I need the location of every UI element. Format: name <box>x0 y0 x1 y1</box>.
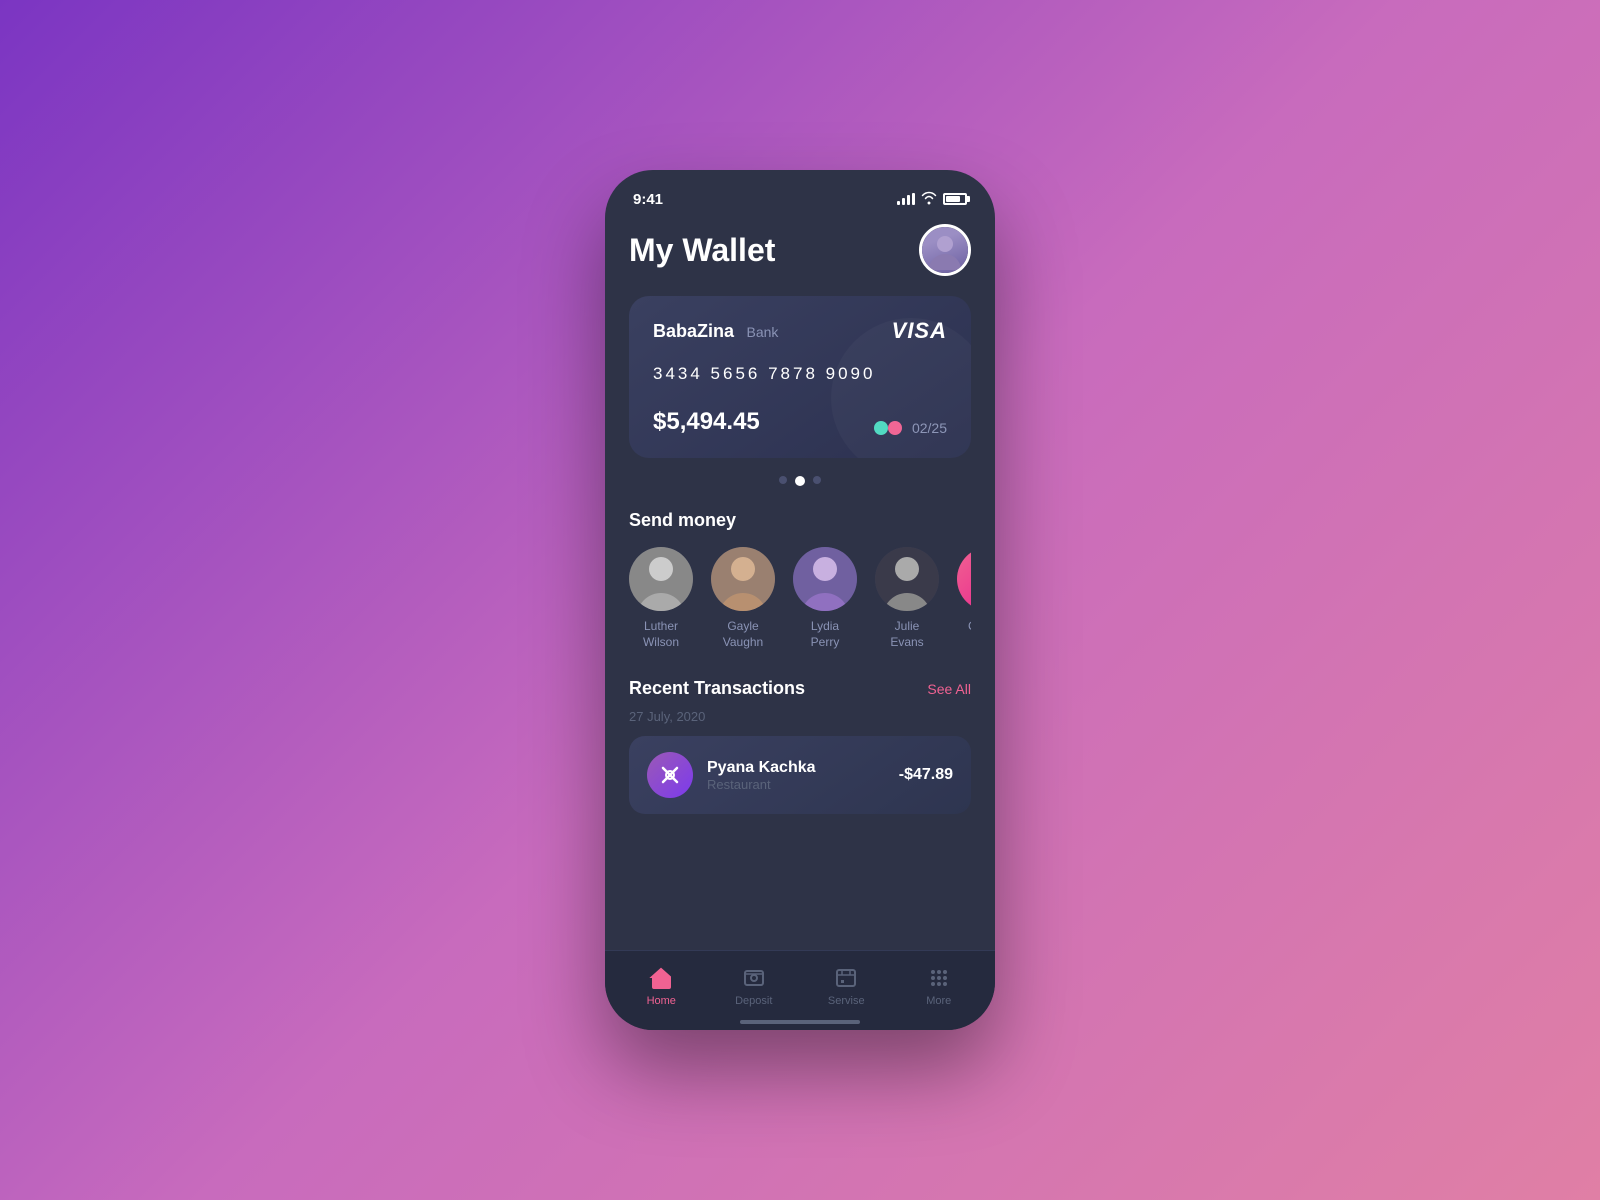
contact-avatar-luther <box>629 547 693 611</box>
contact-item-gayle[interactable]: GayleVaughn <box>711 547 775 650</box>
card-number: 3434 5656 7878 9090 <box>653 364 947 384</box>
bank-name: BabaZina <box>653 321 734 341</box>
nav-item-more[interactable]: More <box>893 965 986 1007</box>
nav-label-home: Home <box>647 995 676 1007</box>
contact-name-lydia: LydiaPerry <box>811 619 840 650</box>
card-brand: VISA <box>892 318 947 344</box>
card-expiry-group: 02/25 <box>874 420 947 436</box>
contacts-list: LutherWilson GayleVaughn <box>629 547 971 650</box>
battery-icon <box>943 193 967 205</box>
card-top: BabaZina Bank VISA <box>653 318 947 344</box>
transactions-header: Recent Transactions See All <box>629 678 971 699</box>
deposit-icon <box>741 965 767 991</box>
content-area: My Wallet BabaZina Bank VISA 3434 565 <box>605 214 995 960</box>
transaction-info: Pyana Kachka Restaurant <box>707 759 885 792</box>
add-contact-item[interactable]: + Conta... <box>957 547 971 650</box>
transaction-amount: -$47.89 <box>899 766 953 784</box>
transaction-icon <box>647 752 693 798</box>
send-money-title: Send money <box>629 510 971 531</box>
contact-avatar-lydia <box>793 547 857 611</box>
status-time: 9:41 <box>633 191 663 208</box>
chip-dot-pink <box>888 421 902 435</box>
contact-name-luther: LutherWilson <box>643 619 679 650</box>
nav-label-service: Servise <box>828 995 865 1007</box>
nav-item-home[interactable]: Home <box>615 965 708 1007</box>
chip-dot-teal <box>874 421 888 435</box>
card-dots-indicator <box>629 476 971 486</box>
credit-card[interactable]: BabaZina Bank VISA 3434 5656 7878 9090 $… <box>629 296 971 458</box>
dot-1[interactable] <box>779 476 787 484</box>
transactions-title: Recent Transactions <box>629 678 805 699</box>
nav-label-more: More <box>926 995 951 1007</box>
add-contact-button[interactable]: + <box>957 547 971 611</box>
contact-name-gayle: GayleVaughn <box>723 619 763 650</box>
card-bank-info: BabaZina Bank <box>653 321 778 342</box>
contact-item-julie[interactable]: JulieEvans <box>875 547 939 650</box>
contact-item-lydia[interactable]: LydiaPerry <box>793 547 857 650</box>
add-contact-label: Conta... <box>968 619 971 635</box>
card-bottom: $5,494.45 02/25 <box>653 408 947 436</box>
card-chips <box>874 421 902 435</box>
service-icon <box>833 965 859 991</box>
home-indicator <box>740 1020 860 1024</box>
signal-icon <box>897 193 915 205</box>
page-title: My Wallet <box>629 232 775 269</box>
bank-type: Bank <box>746 324 778 340</box>
nav-item-service[interactable]: Servise <box>800 965 893 1007</box>
contact-avatar-gayle <box>711 547 775 611</box>
contact-item-luther[interactable]: LutherWilson <box>629 547 693 650</box>
home-icon <box>648 965 674 991</box>
more-icon <box>926 965 952 991</box>
contact-avatar-julie <box>875 547 939 611</box>
card-expiry: 02/25 <box>912 420 947 436</box>
phone-shell: 9:41 My Wallet <box>605 170 995 1030</box>
status-icons <box>897 191 967 208</box>
dot-2[interactable] <box>795 476 805 486</box>
send-money-section: Send money LutherWilson <box>629 510 971 650</box>
contact-name-julie: JulieEvans <box>890 619 923 650</box>
transaction-name: Pyana Kachka <box>707 759 885 777</box>
avatar-image <box>922 227 968 273</box>
transaction-row-0[interactable]: Pyana Kachka Restaurant -$47.89 <box>629 736 971 814</box>
header: My Wallet <box>629 224 971 276</box>
transaction-category: Restaurant <box>707 777 885 792</box>
transaction-date: 27 July, 2020 <box>629 709 971 724</box>
wifi-icon <box>921 191 937 208</box>
card-balance: $5,494.45 <box>653 408 760 436</box>
nav-item-deposit[interactable]: Deposit <box>708 965 801 1007</box>
nav-label-deposit: Deposit <box>735 995 772 1007</box>
see-all-button[interactable]: See All <box>927 681 971 697</box>
transactions-section: Recent Transactions See All 27 July, 202… <box>629 678 971 814</box>
bottom-nav: Home Deposit <box>605 950 995 1030</box>
dot-3[interactable] <box>813 476 821 484</box>
status-bar: 9:41 <box>605 170 995 214</box>
user-avatar[interactable] <box>919 224 971 276</box>
